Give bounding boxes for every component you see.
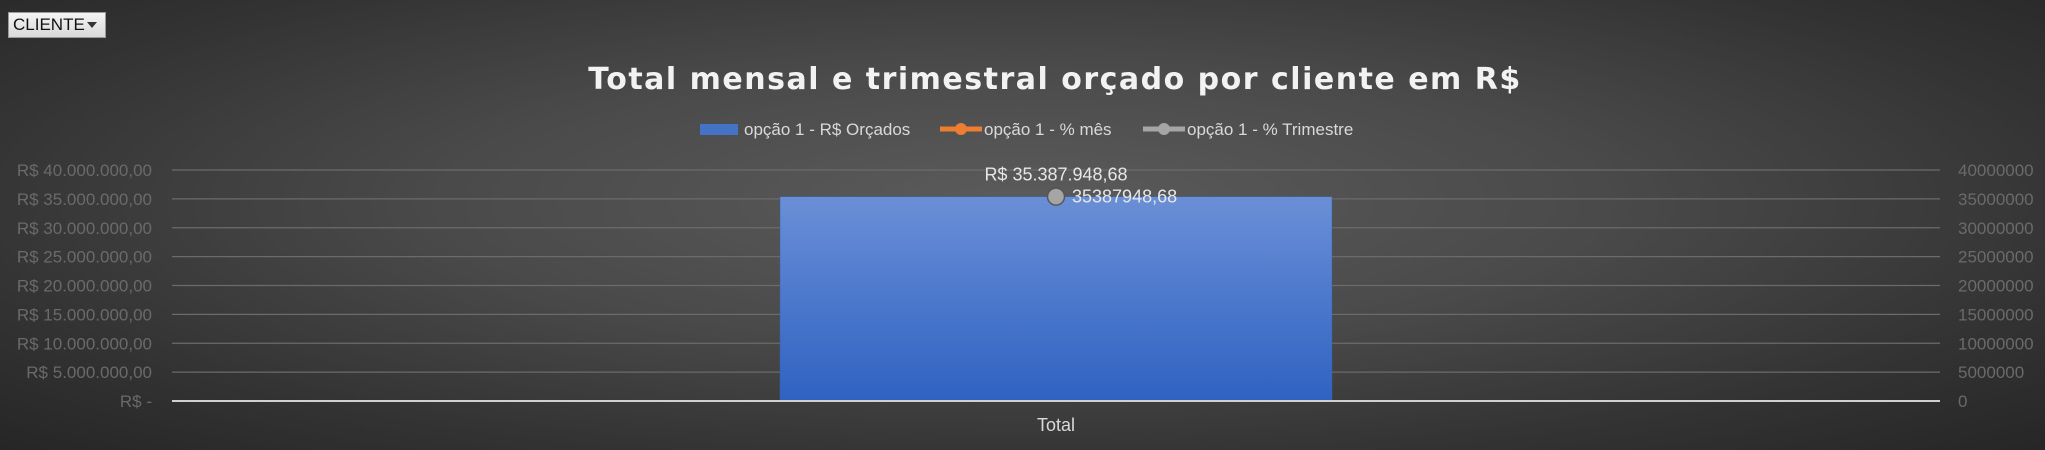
legend-label: opção 1 - % Trimestre [1187,120,1353,139]
chart-legend: opção 1 - R$ Orçados opção 1 - % mês opção… [700,120,1353,139]
series-point [1046,187,1066,206]
y-tick-label-right: 0 [1958,392,1967,411]
y-tick-label-left: R$ 25.000.000,00 [17,248,152,267]
y-tick-label-left: R$ 40.000.000,00 [17,161,152,180]
chart-title: Total mensal e trimestral orçado por cli… [588,62,1521,97]
legend-label: opção 1 - % mês [984,120,1112,139]
bar-data-label: R$ 35.387.948,68 [984,165,1127,185]
y-tick-label-right: 10000000 [1958,334,2034,353]
legend-marker [955,123,967,135]
y-tick-label-right: 25000000 [1958,248,2034,267]
bar [779,196,1333,402]
y-tick-label-right: 20000000 [1958,277,2034,296]
legend-swatch [700,124,738,135]
y-tick-label-right: 35000000 [1958,190,2034,209]
y-tick-label-left: R$ 30.000.000,00 [17,219,152,238]
y-tick-label-left: R$ 5.000.000,00 [26,363,152,382]
y-tick-label-right: 30000000 [1958,219,2034,238]
legend-marker [1158,123,1170,135]
y-tick-label-left: R$ 15.000.000,00 [17,305,152,324]
point-data-label: 35387948,68 [1072,187,1177,207]
y-tick-label-left: R$ 35.000.000,00 [17,190,152,209]
y-tick-label-right: 15000000 [1958,305,2034,324]
y-tick-label-left: R$ - [120,392,152,411]
chart: Total mensal e trimestral orçado por cli… [17,62,2034,435]
y-axis-left: R$ - R$ 5.000.000,00 R$ 10.000.000,00 R$ 15… [17,161,152,411]
y-tick-label-left: R$ 10.000.000,00 [17,334,152,353]
x-tick-label: Total [1037,415,1075,435]
y-tick-label-left: R$ 20.000.000,00 [17,277,152,296]
y-tick-label-right: 40000000 [1958,161,2034,180]
y-axis-right: 0 5000000 10000000 15000000 20000000 25000000… [1958,161,2034,411]
legend-label: opção 1 - R$ Orçados [744,120,910,139]
y-tick-label-right: 5000000 [1958,363,2024,382]
x-axis: Total [172,400,1940,435]
